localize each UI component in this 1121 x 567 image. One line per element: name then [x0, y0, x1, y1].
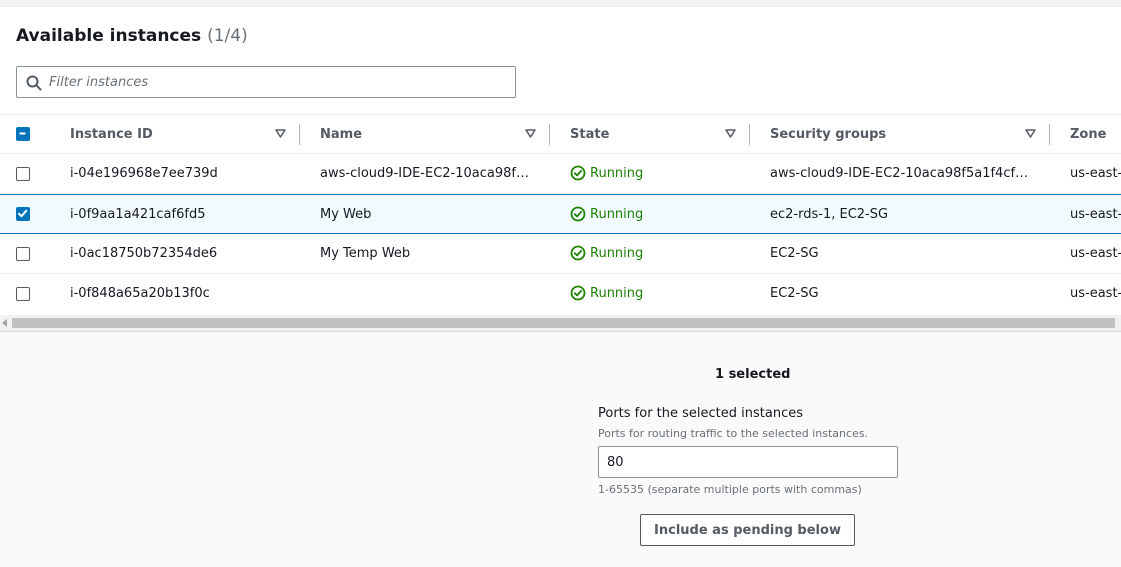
column-header-name[interactable]: Name: [320, 115, 362, 154]
instance-id-cell: i-0f848a65a20b13f0c: [70, 286, 210, 301]
column-header-state[interactable]: State: [570, 115, 609, 154]
status-success-icon: [570, 165, 586, 180]
filter-input[interactable]: [49, 71, 509, 93]
status-success-icon: [570, 245, 586, 260]
table-header: Instance ID Name State Security groups Z…: [0, 114, 1121, 154]
name-cell: My Temp Web: [320, 246, 411, 261]
column-header-zone[interactable]: Zone: [1070, 115, 1106, 154]
security-groups-cell: EC2-SG: [770, 286, 819, 301]
table-row[interactable]: i-04e196968e7ee739d aws-cloud9-IDE-EC2-1…: [0, 154, 1121, 194]
column-header-security-groups[interactable]: Security groups: [770, 115, 886, 154]
security-groups-cell: EC2-SG: [770, 246, 819, 261]
state-cell: Running: [570, 234, 740, 273]
ports-input[interactable]: [598, 446, 898, 478]
name-cell: aws-cloud9-IDE-EC2-10aca98f5a1f4cf: [320, 166, 530, 181]
state-text: Running: [590, 286, 644, 301]
ports-description: Ports for routing traffic to the selecte…: [598, 427, 869, 440]
sort-down-icon[interactable]: [1025, 129, 1036, 138]
status-success-icon: [570, 206, 586, 221]
state-cell: Running: [570, 195, 740, 234]
name-cell: [320, 274, 530, 313]
scrollbar-thumb[interactable]: [12, 318, 1115, 328]
include-as-pending-button[interactable]: Include as pending below: [640, 514, 855, 546]
instance-id-cell: i-0f9aa1a421caf6fd5: [70, 207, 206, 222]
filter-instances[interactable]: [16, 66, 516, 98]
sort-down-icon[interactable]: [725, 129, 736, 138]
ports-constraint: 1-65535 (separate multiple ports with co…: [598, 483, 862, 496]
row-checkbox[interactable]: [16, 247, 30, 261]
state-cell: Running: [570, 274, 740, 313]
select-all-checkbox[interactable]: [16, 127, 30, 141]
zone-cell: us-east-1a: [1070, 207, 1121, 222]
horizontal-scrollbar[interactable]: [0, 315, 1121, 331]
instance-count: (1/4): [207, 26, 248, 46]
security-groups-cell: aws-cloud9-IDE-EC2-10aca98f5a1f4cf81-Ins…: [770, 166, 1030, 181]
table-row[interactable]: i-0ac18750b72354de6 My Temp Web Running …: [0, 234, 1121, 274]
state-text: Running: [590, 246, 644, 261]
column-resizer[interactable]: [749, 124, 750, 145]
sort-down-icon[interactable]: [275, 129, 286, 138]
instance-id-cell: i-04e196968e7ee739d: [70, 166, 218, 181]
table-row-selected[interactable]: i-0f9aa1a421caf6fd5 My Web Running ec2-r…: [0, 194, 1121, 234]
state-text: Running: [590, 166, 644, 181]
state-text: Running: [590, 207, 644, 222]
sort-down-icon[interactable]: [525, 129, 536, 138]
status-success-icon: [570, 285, 586, 300]
available-instances-container: Available instances (1/4) Instance ID Na…: [0, 7, 1121, 331]
selected-count: 1 selected: [715, 367, 791, 382]
security-groups-cell: ec2-rds-1, EC2-SG: [770, 207, 889, 222]
zone-cell: us-east-1a: [1070, 286, 1121, 301]
scroll-left-icon[interactable]: [2, 319, 7, 327]
row-checkbox[interactable]: [16, 287, 30, 301]
column-header-instance-id[interactable]: Instance ID: [70, 115, 153, 154]
column-resizer[interactable]: [549, 124, 550, 145]
state-cell: Running: [570, 154, 740, 193]
search-icon: [26, 75, 42, 91]
row-checkbox[interactable]: [16, 167, 30, 181]
ports-label: Ports for the selected instances: [598, 406, 804, 421]
row-checkbox[interactable]: [16, 207, 30, 221]
column-resizer[interactable]: [1049, 124, 1050, 145]
column-resizer[interactable]: [299, 124, 300, 145]
instance-id-cell: i-0ac18750b72354de6: [70, 246, 218, 261]
name-cell: My Web: [320, 207, 372, 222]
panel-title: Available instances (1/4): [16, 26, 248, 46]
zone-cell: us-east-1a: [1070, 166, 1121, 181]
zone-cell: us-east-1a: [1070, 246, 1121, 261]
selection-panel: 1 selected Ports for the selected instan…: [0, 331, 1121, 567]
top-strip: [0, 0, 1121, 7]
panel-title-text: Available instances: [16, 26, 202, 46]
